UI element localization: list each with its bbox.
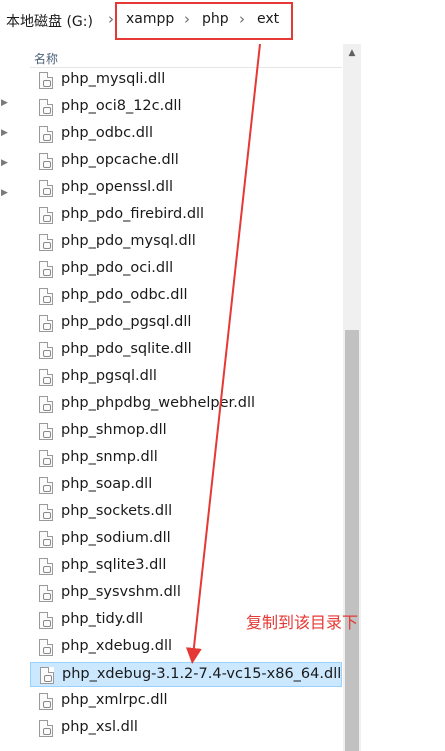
file-name: php_pdo_oci.dll: [61, 260, 174, 276]
dll-file-icon: [39, 99, 53, 116]
file-name: php_sockets.dll: [61, 503, 173, 519]
file-name: php_pdo_pgsql.dll: [61, 314, 192, 330]
file-name: php_opcache.dll: [61, 152, 179, 168]
file-name: php_xdebug.dll: [61, 638, 173, 654]
dll-file-icon: [39, 396, 53, 413]
file-name: php_soap.dll: [61, 476, 153, 492]
file-row[interactable]: php_openssl.dll: [30, 176, 342, 201]
dll-file-icon: [39, 558, 53, 575]
annotation-text: 复制到该目录下: [246, 613, 359, 632]
file-row[interactable]: php_pdo_oci.dll: [30, 257, 342, 282]
file-row[interactable]: php_phpdbg_webhelper.dll: [30, 392, 342, 417]
file-name: php_odbc.dll: [61, 125, 153, 141]
dll-file-icon: [39, 423, 53, 440]
file-row[interactable]: php_oci8_12c.dll: [30, 95, 342, 120]
file-name: php_xdebug-3.1.2-7.4-vc15-x86_64.dll: [62, 666, 342, 682]
chevron-right-icon[interactable]: ▶: [1, 188, 8, 198]
file-row[interactable]: php_pdo_sqlite.dll: [30, 338, 342, 363]
dll-file-icon: [39, 612, 53, 629]
file-row[interactable]: php_sqlite3.dll: [30, 554, 342, 579]
dll-file-icon: [39, 261, 53, 278]
file-row[interactable]: php_pdo_mysql.dll: [30, 230, 342, 255]
name-column-header[interactable]: 名称: [34, 50, 58, 67]
chevron-right-icon[interactable]: ▶: [1, 128, 8, 138]
file-name: php_snmp.dll: [61, 449, 158, 465]
address-breadcrumb: 本地磁盘 (G:) › xampp › php › ext: [0, 0, 445, 44]
dll-file-icon: [39, 693, 53, 710]
file-name: php_pdo_odbc.dll: [61, 287, 188, 303]
file-name: php_mysqli.dll: [61, 71, 166, 87]
file-name: php_sysvshm.dll: [61, 584, 181, 600]
dll-file-icon: [39, 72, 53, 89]
dll-file-icon: [39, 153, 53, 170]
dll-file-icon: [40, 667, 54, 684]
dll-file-icon: [39, 180, 53, 197]
chevron-right-icon[interactable]: ▶: [1, 158, 8, 168]
dll-file-icon: [39, 234, 53, 251]
file-row[interactable]: php_pdo_firebird.dll: [30, 203, 342, 228]
dll-file-icon: [39, 450, 53, 467]
file-row[interactable]: php_odbc.dll: [30, 122, 342, 147]
file-row[interactable]: php_pgsql.dll: [30, 365, 342, 390]
dll-file-icon: [39, 126, 53, 143]
dll-file-icon: [39, 504, 53, 521]
breadcrumb-drive[interactable]: 本地磁盘 (G:): [6, 11, 93, 31]
file-row[interactable]: php_shmop.dll: [30, 419, 342, 444]
file-name: php_xmlrpc.dll: [61, 692, 168, 708]
file-name: php_xsl.dll: [61, 719, 138, 735]
dll-file-icon: [39, 288, 53, 305]
chevron-right-icon[interactable]: ▶: [1, 98, 8, 108]
dll-file-icon: [39, 720, 53, 737]
file-name: php_phpdbg_webhelper.dll: [61, 395, 256, 411]
file-row[interactable]: php_xdebug.dll: [30, 635, 342, 660]
file-name: php_sodium.dll: [61, 530, 171, 546]
selected-file-row[interactable]: php_xdebug-3.1.2-7.4-vc15-x86_64.dll: [30, 662, 342, 687]
dll-file-icon: [39, 639, 53, 656]
file-name: php_tidy.dll: [61, 611, 144, 627]
file-row[interactable]: php_sysvshm.dll: [30, 581, 342, 606]
file-name: php_oci8_12c.dll: [61, 98, 182, 114]
dll-file-icon: [39, 585, 53, 602]
file-row[interactable]: php_mysqli.dll: [30, 68, 342, 93]
file-row[interactable]: php_sockets.dll: [30, 500, 342, 525]
file-row[interactable]: php_opcache.dll: [30, 149, 342, 174]
file-name: php_shmop.dll: [61, 422, 167, 438]
vertical-scrollbar[interactable]: ▲: [343, 44, 361, 751]
file-row[interactable]: php_soap.dll: [30, 473, 342, 498]
file-row[interactable]: php_xmlrpc.dll: [30, 689, 342, 714]
dll-file-icon: [39, 207, 53, 224]
file-name: php_pdo_mysql.dll: [61, 233, 196, 249]
highlight-box: [115, 2, 293, 40]
file-name: php_openssl.dll: [61, 179, 174, 195]
dll-file-icon: [39, 369, 53, 386]
file-name: php_pdo_firebird.dll: [61, 206, 205, 222]
file-name: php_sqlite3.dll: [61, 557, 167, 573]
dll-file-icon: [39, 315, 53, 332]
file-row[interactable]: php_pdo_odbc.dll: [30, 284, 342, 309]
file-row[interactable]: php_snmp.dll: [30, 446, 342, 471]
dll-file-icon: [39, 531, 53, 548]
breadcrumb-separator-icon[interactable]: ›: [108, 10, 114, 28]
scrollbar-thumb[interactable]: [345, 330, 359, 751]
scroll-up-icon[interactable]: ▲: [343, 44, 361, 62]
dll-file-icon: [39, 477, 53, 494]
file-list: php_mysqli.dll php_oci8_12c.dll php_odbc.d…: [30, 68, 342, 751]
file-row[interactable]: php_sodium.dll: [30, 527, 342, 552]
file-name: php_pdo_sqlite.dll: [61, 341, 192, 357]
file-name: php_pgsql.dll: [61, 368, 157, 384]
navigation-pane: ▶ ▶ ▶ ▶: [0, 44, 20, 751]
dll-file-icon: [39, 342, 53, 359]
file-row[interactable]: php_pdo_pgsql.dll: [30, 311, 342, 336]
file-row[interactable]: php_xsl.dll: [30, 716, 342, 741]
